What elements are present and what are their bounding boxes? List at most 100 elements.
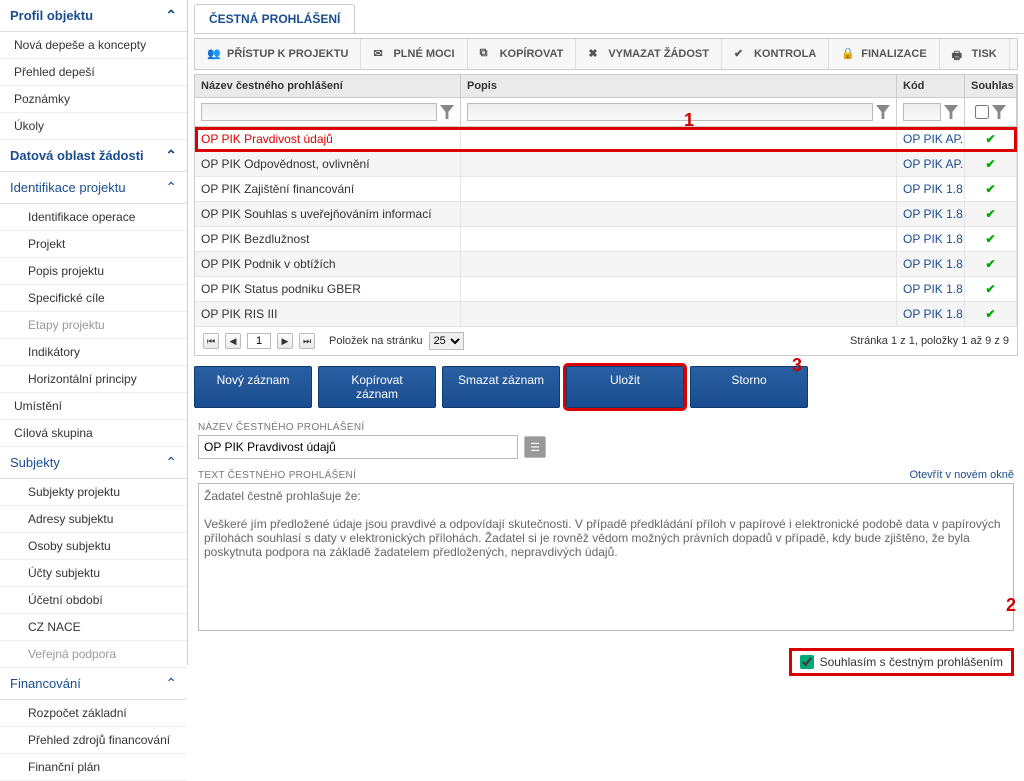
table-row[interactable]: OP PIK Pravdivost údajůOP PIK AP...✔ xyxy=(195,127,1017,152)
check-icon: ✔ xyxy=(985,132,995,146)
filter-name-input[interactable] xyxy=(201,103,437,121)
filter-desc-input[interactable] xyxy=(467,103,873,121)
list-icon: ☰ xyxy=(530,441,540,454)
sidebar-item-verejna-podpora[interactable]: Veřejná podpora xyxy=(0,641,187,668)
sidebar-item-etapy[interactable]: Etapy projektu xyxy=(0,312,187,339)
new-record-button[interactable]: Nový záznam xyxy=(194,366,312,408)
toolbar-kontrola[interactable]: ✔KONTROLA xyxy=(722,39,829,69)
cell-code: OP PIK 1.8... xyxy=(897,227,965,251)
table-row[interactable]: OP PIK Status podniku GBEROP PIK 1.8...✔ xyxy=(195,277,1017,302)
toolbar-plne-moci[interactable]: ✉PLNÉ MOCI xyxy=(361,39,467,69)
sidebar-item-ukoly[interactable]: Úkoly xyxy=(0,113,187,140)
agree-container: Souhlasím s čestným prohlášením xyxy=(198,648,1014,676)
table-row[interactable]: OP PIK Podnik v obtížíchOP PIK 1.8...✔ xyxy=(195,252,1017,277)
sidebar-item-adresy[interactable]: Adresy subjektu xyxy=(0,506,187,533)
sidebar-item-financni-plan[interactable]: Finanční plán xyxy=(0,754,187,781)
sidebar-section-identifikace[interactable]: Identifikace projektu ⌃ xyxy=(0,172,187,204)
chevron-up-icon: ⌃ xyxy=(165,179,177,196)
declaration-text-area[interactable] xyxy=(198,483,1014,631)
cell-name: OP PIK Zajištění financování xyxy=(195,177,461,201)
cell-name: OP PIK Souhlas s uveřejňováním informací xyxy=(195,202,461,226)
annotation-2: 2 xyxy=(1006,595,1016,616)
cell-code: OP PIK 1.8... xyxy=(897,177,965,201)
cell-desc xyxy=(461,227,897,251)
name-field-label: NÁZEV ČESTNÉHO PROHLÁŠENÍ xyxy=(198,422,1014,433)
sidebar-item-indikatory[interactable]: Indikátory xyxy=(0,339,187,366)
filter-code-input[interactable] xyxy=(903,103,941,121)
picker-button[interactable]: ☰ xyxy=(524,436,546,458)
toolbar-vymazat[interactable]: ✖VYMAZAT ŽÁDOST xyxy=(576,39,722,69)
sidebar-section-subjekty[interactable]: Subjekty ⌃ xyxy=(0,447,187,479)
sidebar-item-subjekty-projektu[interactable]: Subjekty projektu xyxy=(0,479,187,506)
sidebar-item-rozpocet[interactable]: Rozpočet základní xyxy=(0,700,187,727)
filter-icon[interactable] xyxy=(876,105,890,119)
page-first-button[interactable]: ⏮ xyxy=(203,333,219,349)
col-header-agree[interactable]: Souhlas xyxy=(965,75,1017,97)
col-header-name[interactable]: Název čestného prohlášení xyxy=(195,75,461,97)
sidebar-item-popis-projektu[interactable]: Popis projektu xyxy=(0,258,187,285)
sidebar-item-nova-depese[interactable]: Nová depeše a koncepty xyxy=(0,32,187,59)
sidebar-item-identifikace-operace[interactable]: Identifikace operace xyxy=(0,204,187,231)
sidebar-item-osoby[interactable]: Osoby subjektu xyxy=(0,533,187,560)
save-button[interactable]: Uložit xyxy=(566,366,684,408)
col-header-code[interactable]: Kód xyxy=(897,75,965,97)
table-row[interactable]: OP PIK BezdlužnostOP PIK 1.8...✔ xyxy=(195,227,1017,252)
filter-icon[interactable] xyxy=(440,105,454,119)
toolbar-pristup[interactable]: 👥PŘÍSTUP K PROJEKTU xyxy=(195,39,361,69)
toolbar-tisk[interactable]: 🖶TISK xyxy=(940,39,1010,69)
toolbar-kopirovat[interactable]: ⧉KOPÍROVAT xyxy=(468,39,577,69)
sidebar-item-ucetni-obdobi[interactable]: Účetní období xyxy=(0,587,187,614)
agree-checkbox-wrapper[interactable]: Souhlasím s čestným prohlášením xyxy=(789,648,1014,676)
sidebar-item-prehled-zdroju[interactable]: Přehled zdrojů financování xyxy=(0,727,187,754)
page-prev-button[interactable]: ◀ xyxy=(225,333,241,349)
sidebar-item-horizontalni[interactable]: Horizontální principy xyxy=(0,366,187,393)
sidebar-item-umisteni[interactable]: Umístění xyxy=(0,393,187,420)
sidebar-section-label: Subjekty xyxy=(10,455,60,470)
cell-agree: ✔ xyxy=(965,177,1017,201)
check-icon: ✔ xyxy=(985,307,995,321)
sidebar-section-label: Identifikace projektu xyxy=(10,180,126,195)
cell-code: OP PIK 1.8... xyxy=(897,252,965,276)
users-icon: 👥 xyxy=(207,47,221,61)
page-next-button[interactable]: ▶ xyxy=(277,333,293,349)
open-new-window-link[interactable]: Otevřít v novém okně xyxy=(909,469,1014,481)
toolbar-finalizace[interactable]: 🔒FINALIZACE xyxy=(829,39,939,69)
delete-icon: ✖ xyxy=(588,47,602,61)
sidebar-section-profil[interactable]: Profil objektu ⌃ xyxy=(0,0,187,32)
filter-icon[interactable] xyxy=(992,105,1006,119)
sidebar-item-cilova-skupina[interactable]: Cílová skupina xyxy=(0,420,187,447)
page-last-button[interactable]: ⏭ xyxy=(299,333,315,349)
main-panel: ČESTNÁ PROHLÁŠENÍ 👥PŘÍSTUP K PROJEKTU ✉P… xyxy=(188,0,1024,665)
col-header-desc[interactable]: Popis xyxy=(461,75,897,97)
page-info: Stránka 1 z 1, položky 1 až 9 z 9 xyxy=(850,335,1009,347)
copy-record-button[interactable]: Kopírovat záznam xyxy=(318,366,436,408)
table-row[interactable]: OP PIK RIS IIIOP PIK 1.8...✔ xyxy=(195,302,1017,327)
sidebar-item-ucty[interactable]: Účty subjektu xyxy=(0,560,187,587)
cell-code: OP PIK 1.8... xyxy=(897,202,965,226)
sidebar-item-projekt[interactable]: Projekt xyxy=(0,231,187,258)
table-row[interactable]: OP PIK Souhlas s uveřejňováním informací… xyxy=(195,202,1017,227)
chevron-up-icon: ⌃ xyxy=(165,675,177,692)
sidebar-section-label: Datová oblast žádosti xyxy=(10,148,144,163)
delete-record-button[interactable]: Smazat záznam xyxy=(442,366,560,408)
sidebar-item-cz-nace[interactable]: CZ NACE xyxy=(0,614,187,641)
table-row[interactable]: OP PIK Zajištění financování OP PIK 1.8..… xyxy=(195,177,1017,202)
sidebar-section-datova[interactable]: Datová oblast žádosti ⌃ xyxy=(0,140,187,172)
sidebar-item-prehled-depesi[interactable]: Přehled depeší xyxy=(0,59,187,86)
perpage-select[interactable]: 25 xyxy=(429,332,464,350)
cancel-button[interactable]: Storno xyxy=(690,366,808,408)
filter-agree-checkbox[interactable] xyxy=(975,103,989,121)
tab-cestna-prohlaseni[interactable]: ČESTNÁ PROHLÁŠENÍ xyxy=(194,4,355,33)
sidebar-section-label: Profil objektu xyxy=(10,8,93,23)
page-number-input[interactable] xyxy=(247,333,271,349)
agree-checkbox[interactable] xyxy=(800,655,814,669)
action-bar: Nový záznam Kopírovat záznam Smazat zázn… xyxy=(194,366,1018,408)
sidebar-item-specificke-cile[interactable]: Specifické cíle xyxy=(0,285,187,312)
filter-icon[interactable] xyxy=(944,105,958,119)
table-row[interactable]: OP PIK Odpovědnost, ovlivněníOP PIK AP..… xyxy=(195,152,1017,177)
grid-filter-row xyxy=(195,98,1017,127)
sidebar-section-financovani[interactable]: Financování ⌃ xyxy=(0,668,187,700)
tab-bar: ČESTNÁ PROHLÁŠENÍ xyxy=(194,4,1024,34)
sidebar-item-poznamky[interactable]: Poznámky xyxy=(0,86,187,113)
declaration-name-input[interactable] xyxy=(198,435,518,459)
